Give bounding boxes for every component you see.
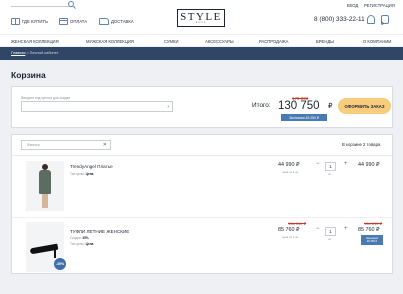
shoe-icon	[29, 243, 62, 258]
login-link[interactable]: ВХОД	[347, 3, 358, 8]
close-icon[interactable]: ✕	[103, 142, 107, 148]
phone-number[interactable]: 8 (800) 333-22-11	[314, 16, 365, 23]
cart-item: TrendyAngel Платье Тип цены: Цена 44 990…	[12, 157, 392, 217]
card-icon	[59, 17, 68, 25]
nav-sale[interactable]: РАСПРОДАЖА	[259, 39, 288, 44]
unit-price: 44 990 ₽	[278, 162, 300, 168]
promo-code-input[interactable]: ›	[21, 101, 173, 112]
gift-icon	[11, 17, 20, 25]
product-name[interactable]: ТУФЛИ ЛЕТНИЕ ЖЕНСКИЕ	[70, 229, 129, 234]
line-savings-badge: Экономия 48 250 ₽	[361, 235, 383, 245]
decrease-qty-button[interactable]: −	[316, 161, 320, 167]
filter-placeholder: Фильтр	[27, 143, 40, 147]
user-icon[interactable]	[367, 15, 375, 24]
discount-info: Скидка: 35%	[70, 236, 89, 240]
discount-badge: -35%	[54, 258, 66, 270]
line-old-price: 134 010 ₽	[364, 221, 383, 226]
total-currency: ₽	[328, 103, 333, 110]
cart-count-text: В корзине 2 товара	[342, 142, 381, 147]
search-input[interactable]	[11, 6, 75, 7]
unit-price: 85 760 ₽	[278, 227, 300, 233]
promo-label: Введите код купона для скидки	[21, 96, 71, 100]
nav-brands[interactable]: БРЕНДЫ	[316, 39, 334, 44]
price-type: Тип цены: Цена	[70, 242, 94, 246]
qty-unit: шт	[328, 172, 332, 176]
category-nav: ЖЕНСКАЯ КОЛЛЕКЦИЯ МУЖСКАЯ КОЛЛЕКЦИЯ СУМК…	[0, 34, 403, 46]
top-header: ГДЕ КУПИТЬ ОПЛАТА ДОСТАВКА STYLE BUTIK В…	[0, 0, 403, 34]
chevron-right-icon[interactable]: ›	[167, 104, 169, 110]
quantity-input[interactable]: 1	[325, 162, 336, 171]
register-link[interactable]: РЕГИСТРАЦИЯ	[364, 3, 395, 8]
increase-qty-button[interactable]: +	[344, 161, 348, 167]
savings-badge: Экономия 48 250 ₽	[281, 114, 327, 121]
price-type: Тип цены: Цена	[70, 172, 94, 176]
store-logo[interactable]: STYLE BUTIK	[177, 9, 225, 27]
product-image[interactable]	[26, 161, 64, 211]
checkout-button[interactable]: ОФОРМИТЬ ЗАКАЗ	[338, 98, 391, 114]
cart-summary: Введите код купона для скидки › Итого: 1…	[11, 86, 393, 128]
unit-old-price: 134 010 ₽	[288, 221, 307, 226]
nav-bags[interactable]: СУМКИ	[164, 39, 178, 44]
divider	[12, 155, 392, 156]
breadcrumb-separator: >	[26, 51, 29, 55]
breadcrumb: Главная > Личный кабинет	[0, 47, 403, 60]
filter-input[interactable]: Фильтр ✕	[21, 140, 111, 150]
breadcrumb-current: Личный кабинет	[29, 51, 59, 55]
decrease-qty-button[interactable]: −	[316, 226, 320, 232]
product-name[interactable]: TrendyAngel Платье	[70, 164, 113, 169]
nav-women[interactable]: ЖЕНСКАЯ КОЛЛЕКЦИЯ	[11, 39, 59, 44]
total-price: 130 750	[278, 100, 320, 112]
qty-unit: шт	[328, 237, 332, 241]
unit-note: цена за 1 шт	[282, 235, 299, 239]
where-to-buy-link[interactable]: ГДЕ КУПИТЬ	[11, 16, 48, 26]
quantity-input[interactable]: 1	[325, 227, 336, 236]
nav-accessories[interactable]: АКСЕССУАРЫ	[205, 39, 234, 44]
dress-icon	[38, 164, 52, 208]
line-total: 44 990 ₽	[358, 162, 380, 168]
nav-about[interactable]: О КОМПАНИИ	[363, 39, 391, 44]
total-label: Итого:	[252, 102, 271, 109]
cart-item: -35% ТУФЛИ ЛЕТНИЕ ЖЕНСКИЕ Скидка: 35% Ти…	[12, 217, 392, 277]
cart-items: Фильтр ✕ В корзине 2 товара TrendyAngel …	[11, 134, 393, 274]
increase-qty-button[interactable]: +	[344, 226, 348, 232]
truck-icon	[99, 17, 109, 25]
line-total: 85 760 ₽	[358, 227, 380, 233]
delivery-link[interactable]: ДОСТАВКА	[99, 16, 134, 26]
unit-note: цена за 1 шт	[282, 170, 299, 174]
nav-men[interactable]: МУЖСКАЯ КОЛЛЕКЦИЯ	[86, 39, 134, 44]
payment-link[interactable]: ОПЛАТА	[59, 16, 87, 26]
breadcrumb-home[interactable]: Главная	[11, 51, 25, 55]
page-title: Корзина	[11, 70, 46, 80]
search-icon[interactable]	[68, 1, 74, 7]
cart-counter: 0	[381, 21, 384, 26]
